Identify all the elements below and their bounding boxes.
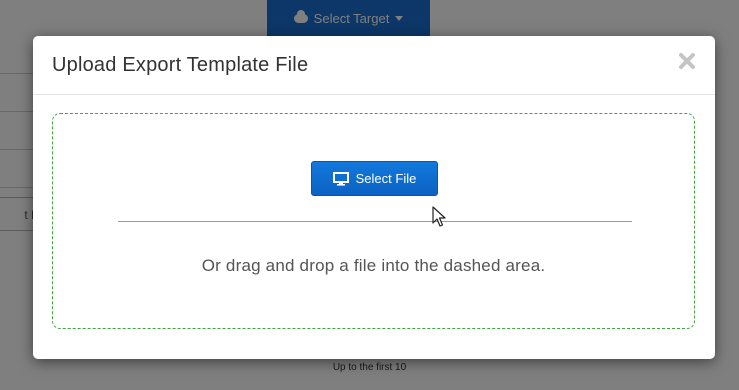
modal-title: Upload Export Template File	[52, 54, 309, 76]
drop-hint-text: Or drag and drop a file into the dashed …	[201, 256, 546, 275]
upload-template-modal: Upload Export Template File Select File …	[33, 36, 715, 359]
modal-header: Upload Export Template File	[33, 36, 715, 95]
select-file-button[interactable]: Select File	[311, 161, 438, 196]
close-button[interactable]	[677, 51, 697, 71]
monitor-icon	[332, 171, 349, 186]
file-dropzone[interactable]: Select File Or drag and drop a file into…	[52, 113, 695, 329]
app-stage: Select Target t Pr Up to the first 10 Up…	[0, 0, 739, 390]
select-file-label: Select File	[355, 171, 417, 186]
close-icon	[679, 53, 695, 69]
divider	[118, 221, 632, 222]
